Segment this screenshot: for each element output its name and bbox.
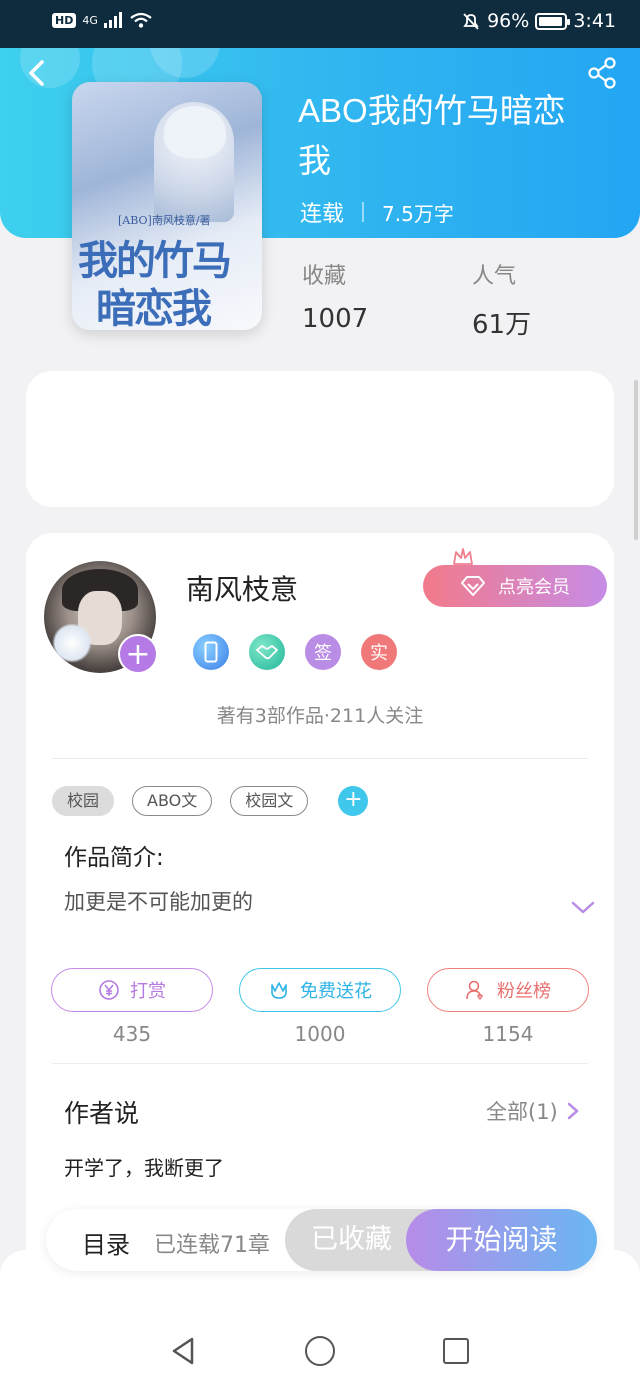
fans-icon bbox=[466, 980, 483, 1001]
toc-button[interactable]: 目录 bbox=[82, 1225, 130, 1260]
fans-label: 粉丝榜 bbox=[497, 981, 551, 1002]
divider bbox=[52, 758, 588, 759]
nav-back-icon[interactable] bbox=[170, 1336, 196, 1366]
follow-plus-button[interactable]: + bbox=[118, 634, 158, 674]
all-label: 全部(1) bbox=[486, 1100, 558, 1124]
status-bar: HD 4G 96% 3:41 bbox=[0, 0, 640, 48]
tag-list: 校园 ABO文 校园文 + bbox=[52, 786, 369, 816]
tag-item[interactable]: ABO文 bbox=[132, 786, 213, 816]
chapter-count: 已连载71章 bbox=[154, 1233, 270, 1258]
book-status-line: 连载 7.5万字 bbox=[300, 196, 454, 228]
send-flower-button[interactable]: 免费送花 bbox=[239, 968, 401, 1012]
intro-text: 加更是不可能加更的 bbox=[64, 890, 253, 914]
divider bbox=[362, 202, 365, 222]
clock: 3:41 bbox=[573, 10, 616, 32]
fans-rank-button[interactable]: 粉丝榜 bbox=[427, 968, 589, 1012]
author-note: 开学了，我断更了 bbox=[64, 1156, 224, 1180]
stat-label: 收藏 bbox=[302, 264, 347, 289]
start-reading-button[interactable]: 开始阅读 bbox=[406, 1209, 597, 1271]
stat-popularity: 人气 61万 bbox=[472, 258, 531, 341]
flower-count: 1000 bbox=[294, 1022, 346, 1046]
status-right: 96% 3:41 bbox=[461, 10, 616, 32]
phone-badge-icon[interactable] bbox=[193, 634, 229, 670]
word-count: 7.5万字 bbox=[382, 201, 454, 226]
network-label: 4G bbox=[82, 13, 98, 27]
cover-hair bbox=[164, 106, 226, 158]
scrollbar[interactable] bbox=[634, 380, 638, 540]
chevron-down-icon[interactable] bbox=[570, 898, 596, 918]
author-says-title: 作者说 bbox=[64, 1099, 140, 1128]
nav-recent-icon[interactable] bbox=[443, 1338, 469, 1364]
avatar-flower bbox=[52, 623, 92, 663]
yen-icon bbox=[99, 980, 119, 1000]
nav-home-icon[interactable] bbox=[305, 1336, 335, 1366]
battery-icon bbox=[535, 12, 571, 30]
intro-label: 作品简介: bbox=[64, 845, 164, 871]
blank-card bbox=[26, 371, 614, 507]
author-works-line: 著有3部作品·211人关注 bbox=[216, 705, 424, 727]
divider bbox=[52, 1063, 588, 1064]
reward-count: 435 bbox=[112, 1022, 152, 1046]
member-button-label: 点亮会员 bbox=[498, 577, 570, 598]
author-name: 南风枝意 bbox=[186, 573, 299, 606]
stat-value: 1007 bbox=[302, 304, 369, 334]
add-tag-button[interactable]: + bbox=[338, 786, 369, 816]
share-icon[interactable] bbox=[586, 56, 620, 90]
stat-label: 人气 bbox=[472, 264, 517, 289]
flower-icon bbox=[271, 982, 287, 999]
reward-button[interactable]: 打赏 bbox=[51, 968, 213, 1012]
book-cover[interactable]: [ABO]南风枝意/著 我的竹马 暗恋我 bbox=[72, 82, 262, 330]
chevron-right-icon bbox=[567, 1102, 578, 1120]
sign-badge-icon[interactable]: 签 bbox=[305, 634, 341, 670]
member-button[interactable]: 点亮会员 bbox=[423, 565, 607, 607]
cover-author-line: [ABO]南风枝意/著 bbox=[118, 214, 211, 227]
signal-icon bbox=[103, 12, 122, 28]
reward-label: 打赏 bbox=[130, 981, 166, 1002]
system-nav-bar bbox=[0, 1310, 640, 1387]
diamond-icon bbox=[461, 576, 485, 596]
handshake-glyph bbox=[256, 645, 278, 660]
serial-status: 连载 bbox=[300, 202, 345, 227]
real-name-badge-icon[interactable]: 实 bbox=[361, 634, 397, 670]
tag-item[interactable]: 校园文 bbox=[230, 786, 309, 816]
fans-count: 1154 bbox=[482, 1022, 534, 1046]
battery-percent: 96% bbox=[487, 10, 530, 32]
wifi-icon bbox=[130, 12, 152, 28]
cover-title-line2: 暗恋我 bbox=[96, 285, 212, 330]
author-badges: 签 实 bbox=[193, 634, 397, 670]
book-title: ABO我的竹马暗恋我 bbox=[298, 92, 566, 179]
back-icon[interactable] bbox=[20, 56, 54, 90]
author-says-all-link[interactable]: 全部(1) bbox=[486, 1096, 580, 1126]
stat-value: 61万 bbox=[472, 310, 532, 340]
handshake-badge-icon[interactable] bbox=[249, 634, 285, 670]
stat-favorites: 收藏 1007 bbox=[302, 258, 368, 334]
mute-bell-icon bbox=[463, 13, 479, 30]
tag-item[interactable]: 校园 bbox=[52, 786, 115, 816]
status-left: HD 4G bbox=[52, 12, 152, 28]
phone-glyph bbox=[204, 641, 218, 663]
flower-label: 免费送花 bbox=[300, 981, 372, 1002]
hd-icon: HD bbox=[52, 12, 77, 28]
